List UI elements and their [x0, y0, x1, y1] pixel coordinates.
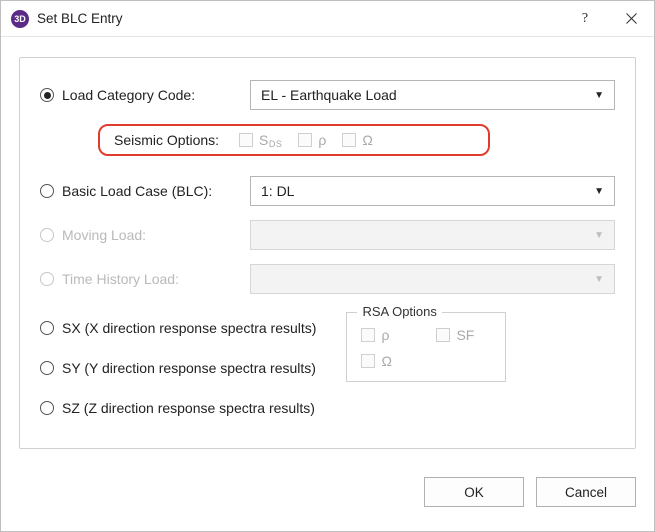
checkbox-rsa-omega[interactable]: [361, 354, 375, 368]
options-frame: Load Category Code: EL - Earthquake Load…: [19, 57, 636, 449]
rsa-legend: RSA Options: [357, 304, 441, 319]
seismic-rho-option[interactable]: ρ: [298, 132, 326, 148]
help-button[interactable]: ?: [562, 1, 608, 37]
dialog-button-row: OK Cancel: [1, 477, 654, 523]
rsa-sf-text: SF: [456, 327, 474, 343]
sy-label: SY (Y direction response spectra results…: [62, 360, 316, 376]
radio-sz[interactable]: [40, 401, 54, 415]
time-history-label: Time History Load:: [62, 271, 179, 287]
checkbox-omega[interactable]: [342, 133, 356, 147]
checkbox-rsa-sf[interactable]: [436, 328, 450, 342]
close-button[interactable]: [608, 1, 654, 37]
sx-label: SX (X direction response spectra results…: [62, 320, 316, 336]
radio-time-history: [40, 272, 54, 286]
moving-load-label: Moving Load:: [62, 227, 146, 243]
seismic-options-box: Seismic Options: SDS ρ Ω: [98, 124, 490, 156]
radio-sy[interactable]: [40, 361, 54, 375]
rsa-omega-text: Ω: [381, 353, 391, 369]
titlebar: 3D Set BLC Entry ?: [1, 1, 654, 37]
seismic-options-label: Seismic Options:: [114, 132, 219, 148]
checkbox-rsa-rho[interactable]: [361, 328, 375, 342]
window-title: Set BLC Entry: [37, 11, 123, 26]
rsa-sf-option[interactable]: SF: [436, 327, 491, 343]
load-category-value: EL - Earthquake Load: [261, 87, 397, 103]
chevron-down-icon: ▼: [594, 90, 604, 101]
cancel-button[interactable]: Cancel: [536, 477, 636, 507]
rsa-omega-option[interactable]: Ω: [361, 353, 416, 369]
checkbox-sds[interactable]: [239, 133, 253, 147]
sz-label: SZ (Z direction response spectra results…: [62, 400, 315, 416]
seismic-omega-text: Ω: [362, 132, 372, 148]
radio-load-category[interactable]: [40, 88, 54, 102]
app-icon: 3D: [11, 10, 29, 28]
radio-moving-load: [40, 228, 54, 242]
seismic-sds-text: SDS: [259, 132, 282, 148]
radio-blc[interactable]: [40, 184, 54, 198]
seismic-omega-option[interactable]: Ω: [342, 132, 372, 148]
rsa-rho-option[interactable]: ρ: [361, 327, 416, 343]
chevron-down-icon: ▼: [594, 274, 604, 285]
checkbox-rho[interactable]: [298, 133, 312, 147]
chevron-down-icon: ▼: [594, 230, 604, 241]
blc-value: 1: DL: [261, 183, 294, 199]
rsa-options-fieldset: RSA Options ρ SF Ω: [346, 312, 506, 382]
rsa-rho-text: ρ: [381, 327, 389, 343]
blc-dropdown[interactable]: 1: DL ▼: [250, 176, 615, 206]
seismic-sds-option[interactable]: SDS: [239, 132, 282, 148]
load-category-dropdown[interactable]: EL - Earthquake Load ▼: [250, 80, 615, 110]
seismic-rho-text: ρ: [318, 132, 326, 148]
close-icon: [626, 13, 637, 24]
chevron-down-icon: ▼: [594, 186, 604, 197]
load-category-label: Load Category Code:: [62, 87, 195, 103]
radio-sx[interactable]: [40, 321, 54, 335]
time-history-dropdown: ▼: [250, 264, 615, 294]
blc-label: Basic Load Case (BLC):: [62, 183, 212, 199]
ok-button[interactable]: OK: [424, 477, 524, 507]
moving-load-dropdown: ▼: [250, 220, 615, 250]
